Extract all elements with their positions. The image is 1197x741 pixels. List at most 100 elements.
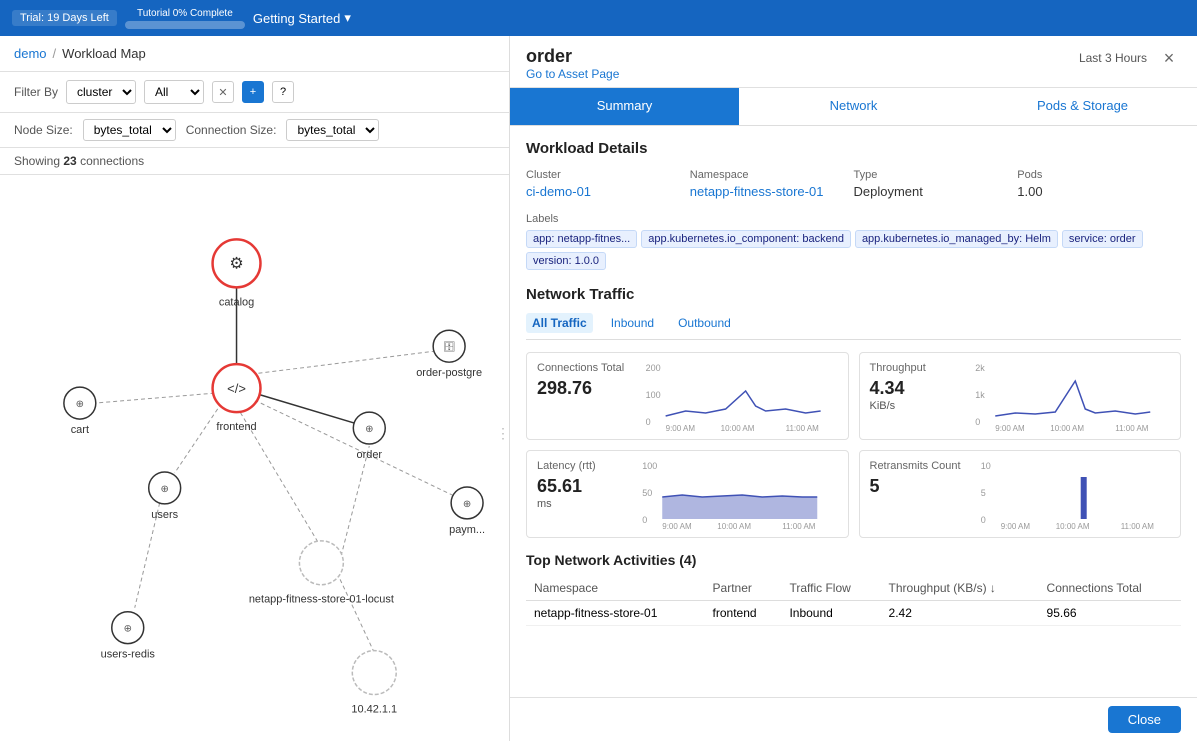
connection-size-label: Connection Size: — [186, 123, 277, 137]
node-catalog[interactable]: ⚙ catalog — [213, 239, 261, 308]
svg-text:0: 0 — [975, 417, 980, 427]
detail-cluster: Cluster ci-demo-01 — [526, 169, 690, 199]
left-panel: demo / Workload Map Filter By cluster Al… — [0, 36, 510, 741]
filter-value-select[interactable]: All — [144, 80, 204, 104]
svg-text:11:00 AM: 11:00 AM — [786, 424, 820, 431]
tab-network[interactable]: Network — [739, 88, 968, 125]
trial-badge: Trial: 19 Days Left — [12, 10, 117, 26]
svg-text:11:00 AM: 11:00 AM — [1120, 522, 1154, 529]
getting-started-button[interactable]: Getting Started ▾ — [253, 10, 351, 26]
node-users-redis[interactable]: ⊕ users-redis — [101, 612, 156, 661]
node-payment[interactable]: ⊕ paym... — [449, 487, 485, 536]
node-order-label: order — [356, 449, 382, 461]
metric-retransmits-value: 5 — [870, 477, 961, 495]
node-size-select[interactable]: bytes_total — [83, 119, 176, 141]
metric-throughput: Throughput 4.34 KiB/s 2k 1k 0 9:00 AM — [859, 352, 1182, 440]
traffic-tab-outbound[interactable]: Outbound — [672, 313, 737, 333]
top-bar: Trial: 19 Days Left Tutorial 0% Complete… — [0, 0, 1197, 36]
svg-text:10:00 AM: 10:00 AM — [721, 424, 755, 431]
filter-add-button[interactable]: + — [242, 81, 264, 103]
row-namespace: netapp-fitness-store-01 — [526, 601, 705, 626]
node-order-postgre[interactable]: 🗄 order-postgre — [416, 330, 482, 379]
node-ip-circle — [352, 651, 396, 695]
metric-connections-value: 298.76 — [537, 379, 624, 397]
throughput-chart-svg: 2k 1k 0 9:00 AM 10:00 AM 11:00 AM — [960, 361, 1171, 431]
label-tag-0: app: netapp-fitnes... — [526, 230, 637, 248]
node-frontend[interactable]: </> frontend — [213, 364, 261, 433]
progress-bar-container — [125, 21, 245, 29]
metric-throughput-label: Throughput — [870, 361, 950, 375]
filter-by-label: Filter By — [14, 85, 58, 99]
close-footer-button[interactable]: Close — [1108, 706, 1181, 733]
workload-section-title: Workload Details — [526, 140, 1181, 157]
traffic-tab-inbound[interactable]: Inbound — [605, 313, 660, 333]
tab-pods[interactable]: Pods & Storage — [968, 88, 1197, 125]
node-frontend-label: frontend — [216, 421, 256, 433]
panel-subtitle-link[interactable]: Go to Asset Page — [526, 67, 619, 81]
edge-frontend-cart — [95, 393, 215, 403]
svg-text:9:00 AM: 9:00 AM — [995, 424, 1025, 431]
traffic-tabs: All Traffic Inbound Outbound — [526, 313, 1181, 340]
filter-clear-button[interactable]: ✕ — [212, 81, 234, 103]
node-catalog-label: catalog — [219, 296, 254, 308]
node-ip[interactable]: 10.42.1.1 — [351, 651, 397, 716]
connection-size-select[interactable]: bytes_total — [286, 119, 379, 141]
panel-close-button[interactable]: × — [1157, 46, 1181, 70]
node-locust[interactable]: netapp-fitness-store-01-locust — [249, 541, 394, 606]
col-throughput[interactable]: Throughput (KB/s) ↓ — [881, 576, 1039, 601]
graph-canvas[interactable]: ⚙ catalog </> frontend ⊕ cart — [0, 175, 509, 741]
col-connections: Connections Total — [1039, 576, 1181, 601]
col-partner: Partner — [705, 576, 782, 601]
svg-text:9:00 AM: 9:00 AM — [1000, 522, 1030, 529]
panel-tabs: Summary Network Pods & Storage — [510, 88, 1197, 126]
svg-text:11:00 AM: 11:00 AM — [1115, 424, 1149, 431]
drag-handle[interactable]: ⋮⋮ — [496, 425, 509, 441]
col-namespace: Namespace — [526, 576, 705, 601]
connections-line — [666, 391, 821, 416]
breadcrumb-link-demo[interactable]: demo — [14, 46, 47, 61]
svg-text:200: 200 — [646, 363, 661, 373]
node-order[interactable]: ⊕ order — [353, 412, 385, 461]
type-label: Type — [854, 169, 1018, 181]
metric-throughput-unit: KiB/s — [870, 400, 896, 412]
metric-throughput-value: 4.34 — [870, 378, 905, 398]
breadcrumb-sep: / — [53, 46, 57, 61]
node-payment-icon: ⊕ — [463, 499, 471, 510]
node-users-label: users — [151, 509, 178, 521]
node-payment-label: paym... — [449, 524, 485, 536]
node-cart-label: cart — [71, 424, 89, 436]
tab-summary[interactable]: Summary — [510, 88, 739, 125]
row-traffic-flow: Inbound — [781, 601, 880, 626]
activities-table-body: netapp-fitness-store-01 frontend Inbound… — [526, 601, 1181, 626]
metric-retransmits-chart: 10 5 0 9:00 AM 10:00 AM 11:00 AM — [971, 459, 1170, 529]
namespace-value[interactable]: netapp-fitness-store-01 — [690, 184, 854, 199]
node-cart[interactable]: ⊕ cart — [64, 387, 96, 436]
metric-throughput-info: Throughput 4.34 KiB/s — [870, 361, 950, 412]
traffic-tab-all[interactable]: All Traffic — [526, 313, 593, 333]
svg-text:2k: 2k — [975, 363, 985, 373]
node-order-icon: ⊕ — [365, 424, 373, 435]
filter-help-button[interactable]: ? — [272, 81, 294, 103]
labels-list: app: netapp-fitnes... app.kubernetes.io_… — [526, 230, 1181, 270]
labels-title: Labels — [526, 213, 1181, 225]
cluster-value[interactable]: ci-demo-01 — [526, 184, 690, 199]
workload-details-grid: Cluster ci-demo-01 Namespace netapp-fitn… — [526, 169, 1181, 199]
activities-header-row: Namespace Partner Traffic Flow Throughpu… — [526, 576, 1181, 601]
svg-text:0: 0 — [642, 515, 647, 525]
toolbar: Filter By cluster All ✕ + ? — [0, 72, 509, 113]
breadcrumb: demo / Workload Map — [0, 36, 509, 72]
metric-latency-unit: ms — [537, 498, 552, 510]
filter-type-select[interactable]: cluster — [66, 80, 136, 104]
svg-text:0: 0 — [980, 515, 985, 525]
svg-text:10:00 AM: 10:00 AM — [1050, 424, 1084, 431]
activities-table-head: Namespace Partner Traffic Flow Throughpu… — [526, 576, 1181, 601]
activities-table: Namespace Partner Traffic Flow Throughpu… — [526, 576, 1181, 626]
detail-pods: Pods 1.00 — [1017, 169, 1181, 199]
edge-frontend-orderpostgre — [252, 351, 435, 374]
node-usersredis-icon: ⊕ — [124, 624, 132, 635]
metric-connections-chart: 200 100 0 9:00 AM 10:00 AM 11:00 AM — [634, 361, 837, 431]
namespace-label: Namespace — [690, 169, 854, 181]
node-users[interactable]: ⊕ users — [149, 472, 181, 521]
metric-retransmits-info: Retransmits Count 5 — [870, 459, 961, 495]
node-frontend-icon: </> — [227, 381, 246, 396]
